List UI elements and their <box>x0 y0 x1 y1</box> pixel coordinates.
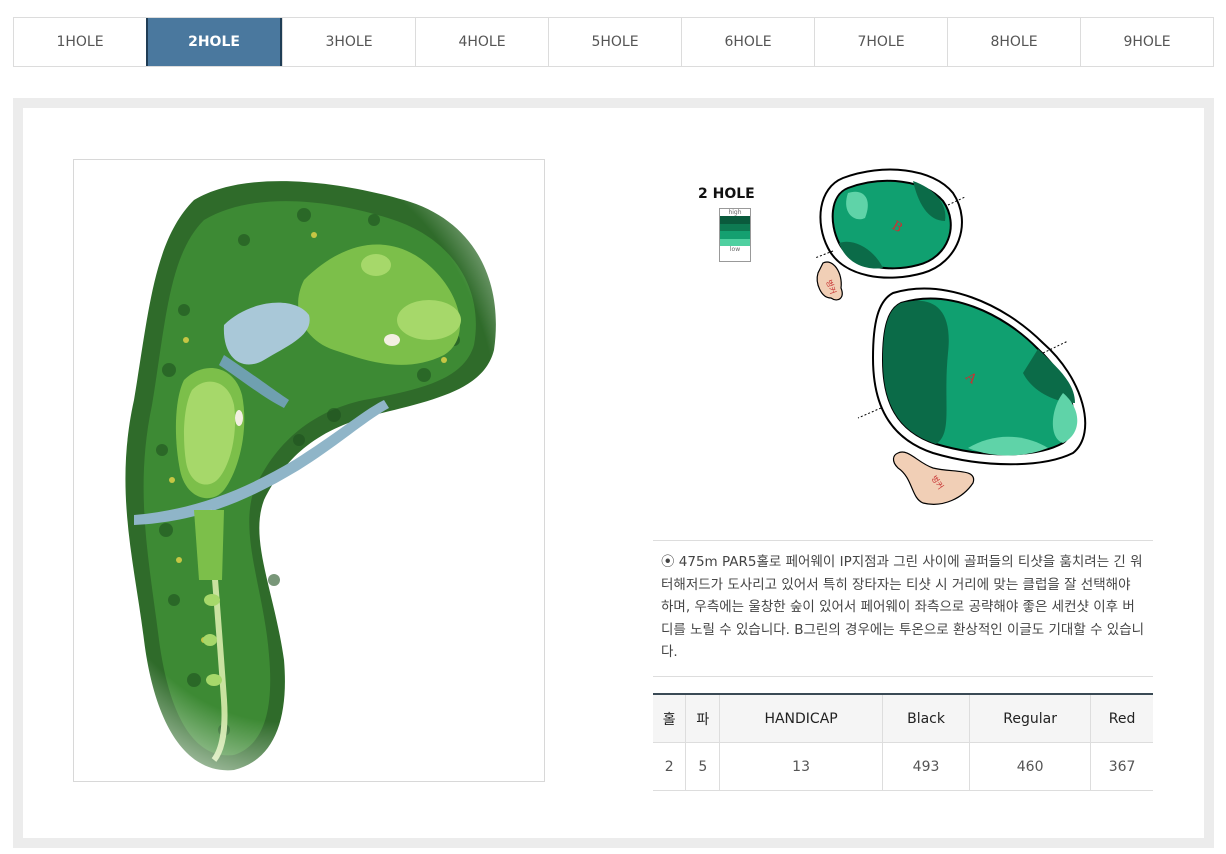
tab-hole-7[interactable]: 7HOLE <box>814 18 947 66</box>
scale-band <box>720 216 750 224</box>
cell-par: 5 <box>685 742 720 791</box>
col-handicap: HANDICAP <box>719 694 883 743</box>
cell-regular: 460 <box>969 742 1091 791</box>
tab-hole-8[interactable]: 8HOLE <box>947 18 1080 66</box>
cell-handicap: 13 <box>719 742 883 791</box>
col-red: Red <box>1090 694 1153 743</box>
scale-band <box>720 223 750 231</box>
cell-black: 493 <box>881 742 970 791</box>
hole-description: ⦿ 475m PAR5홀로 페어웨이 IP지점과 그린 사이에 골퍼들의 티샷을… <box>653 540 1153 677</box>
green-a: A <box>857 287 1087 466</box>
tab-hole-1[interactable]: 1HOLE <box>14 18 146 66</box>
tab-hole-5[interactable]: 5HOLE <box>548 18 681 66</box>
scale-band <box>720 231 750 239</box>
course-map-illustration <box>74 160 544 781</box>
col-regular: Regular <box>969 694 1091 743</box>
green-b: B <box>814 168 966 279</box>
tab-hole-2[interactable]: 2HOLE <box>146 18 282 66</box>
hole-info-frame: 2 HOLE high low B 벙커 A 벙커 ⦿ 475m PAR5홀로 … <box>13 98 1214 848</box>
green-layout-diagram: B 벙커 A 벙커 <box>814 168 1087 505</box>
scale-low-label: low <box>729 246 741 253</box>
scale-high-label: high <box>728 209 742 216</box>
elevation-scale: high low <box>719 208 751 262</box>
col-hole: 홀 <box>653 694 686 743</box>
hole-score-table: 홀 파 HANDICAP Black Regular Red 2 5 13 49… <box>653 693 1153 791</box>
tab-hole-4[interactable]: 4HOLE <box>415 18 548 66</box>
col-par: 파 <box>685 694 720 743</box>
col-black: Black <box>881 694 970 743</box>
hole-tabs: 1HOLE 2HOLE 3HOLE 4HOLE 5HOLE 6HOLE 7HOL… <box>13 17 1214 67</box>
cell-hole: 2 <box>653 742 686 791</box>
hole-info-panel: 2 HOLE high low B 벙커 A 벙커 ⦿ 475m PAR5홀로 … <box>23 108 1204 838</box>
table-header-row: 홀 파 HANDICAP Black Regular Red <box>653 694 1153 743</box>
scale-band <box>720 238 750 246</box>
hole-aerial-map <box>73 159 545 782</box>
tab-hole-3[interactable]: 3HOLE <box>282 18 415 66</box>
tab-hole-9[interactable]: 9HOLE <box>1080 18 1213 66</box>
green-diagram-title: 2 HOLE <box>698 186 755 202</box>
table-row: 2 5 13 493 460 367 <box>653 742 1153 791</box>
cell-red: 367 <box>1090 742 1153 791</box>
tab-hole-6[interactable]: 6HOLE <box>681 18 814 66</box>
